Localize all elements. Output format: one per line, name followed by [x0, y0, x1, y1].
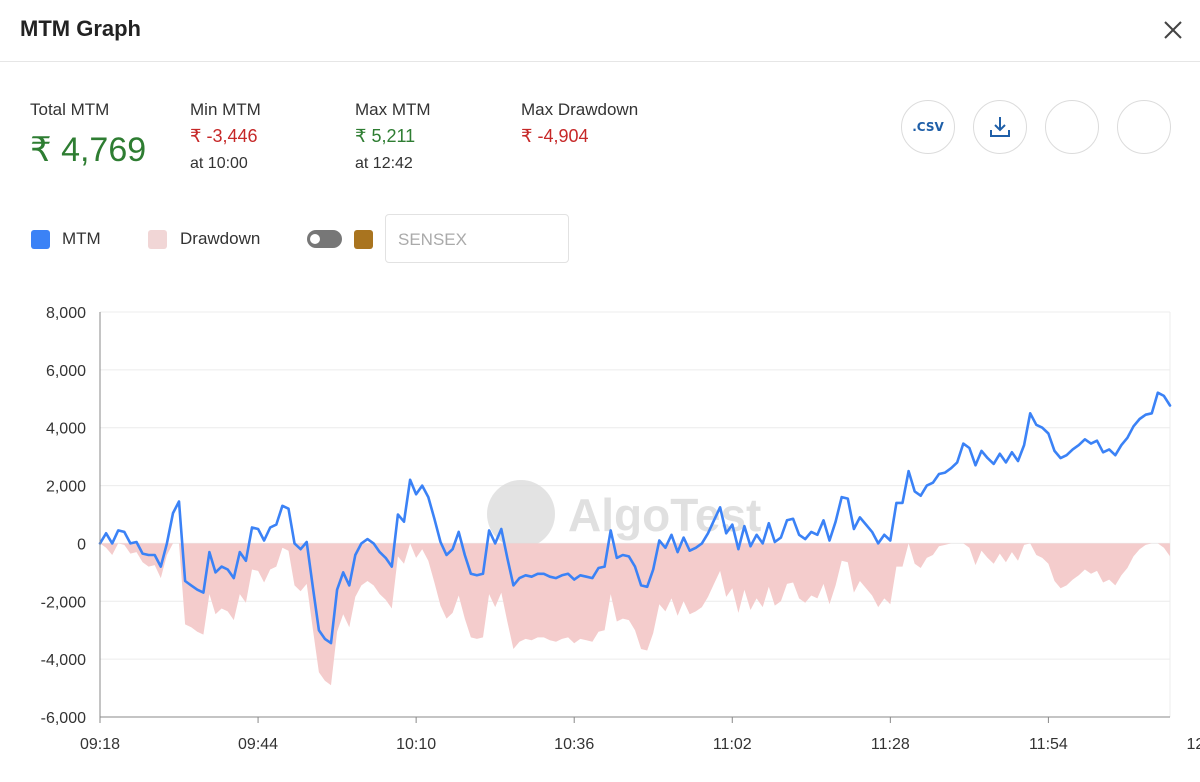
x-axis-ticks: 09:18 09:44 10:10 10:36 11:02 11:28 11:54 12:20	[80, 717, 1200, 753]
sensex-input[interactable]: SENSEX	[385, 214, 569, 263]
min-mtm-label: Min MTM	[190, 100, 261, 119]
x-tick-label: 11:54	[1029, 736, 1068, 753]
max-mtm-label: Max MTM	[355, 100, 431, 119]
y-tick-label: 2,000	[46, 479, 86, 496]
drawdown-legend-swatch	[148, 230, 167, 249]
y-axis-ticks: 8,000 6,000 4,000 2,000 0 -2,000 -4,000 -6,000	[41, 305, 86, 727]
action-button-3[interactable]	[1045, 100, 1099, 154]
total-mtm-label: Total MTM	[30, 100, 110, 119]
max-mtm-stat: Max MTM ₹ 5,211 at 12:42	[355, 100, 431, 173]
max-drawdown-value: ₹ -4,904	[521, 126, 589, 146]
min-mtm-time: at 10:00	[190, 155, 248, 172]
chart-legend: MTM Drawdown SENSEX	[0, 214, 700, 264]
y-tick-label: 6,000	[46, 363, 86, 380]
drawdown-legend-label: Drawdown	[180, 229, 261, 248]
mtm-chart: AlgoTest 8,000 6,000 4,000 2,000 0 -2,000 -4,0…	[41, 305, 1200, 753]
close-icon[interactable]	[1160, 17, 1186, 43]
download-icon	[990, 117, 1010, 137]
x-tick-label: 10:10	[396, 736, 436, 753]
min-mtm-value: ₹ -3,446	[190, 126, 258, 146]
x-tick-label: 11:28	[871, 736, 910, 753]
csv-icon: .CSV	[912, 120, 944, 134]
action-button-4[interactable]	[1117, 100, 1171, 154]
x-tick-label: 12:20	[1186, 736, 1200, 753]
x-tick-label: 09:18	[80, 736, 120, 753]
watermark-text: AlgoTest	[568, 489, 761, 541]
y-tick-label: 0	[77, 536, 86, 553]
sensex-toggle[interactable]	[307, 230, 342, 248]
modal-title: MTM Graph	[20, 16, 141, 41]
max-mtm-time: at 12:42	[355, 155, 413, 172]
y-tick-label: -6,000	[41, 710, 86, 727]
sensex-placeholder: SENSEX	[398, 230, 467, 249]
y-tick-label: 8,000	[46, 305, 86, 322]
max-mtm-value: ₹ 5,211	[355, 126, 416, 146]
download-button[interactable]	[973, 100, 1027, 154]
max-drawdown-label: Max Drawdown	[521, 100, 639, 119]
y-tick-label: -2,000	[41, 594, 86, 611]
max-drawdown-stat: Max Drawdown ₹ -4,904	[521, 100, 638, 147]
y-tick-label: 4,000	[46, 421, 86, 438]
modal-header: MTM Graph	[0, 0, 1200, 62]
total-mtm-value: ₹ 4,769	[30, 131, 147, 169]
total-mtm-stat: Total MTM ₹ 4,769	[30, 100, 146, 170]
min-mtm-stat: Min MTM ₹ -3,446 at 10:00	[190, 100, 261, 173]
mtm-legend-swatch	[31, 230, 50, 249]
y-tick-label: -4,000	[41, 652, 86, 669]
toggle-knob	[310, 234, 320, 244]
mtm-legend-label: MTM	[62, 229, 101, 248]
sensex-legend-swatch	[354, 230, 373, 249]
x-tick-label: 11:02	[713, 736, 752, 753]
x-tick-label: 10:36	[554, 736, 594, 753]
csv-export-button[interactable]: .CSV	[901, 100, 955, 154]
x-tick-label: 09:44	[238, 736, 278, 753]
watermark: AlgoTest	[487, 480, 761, 548]
